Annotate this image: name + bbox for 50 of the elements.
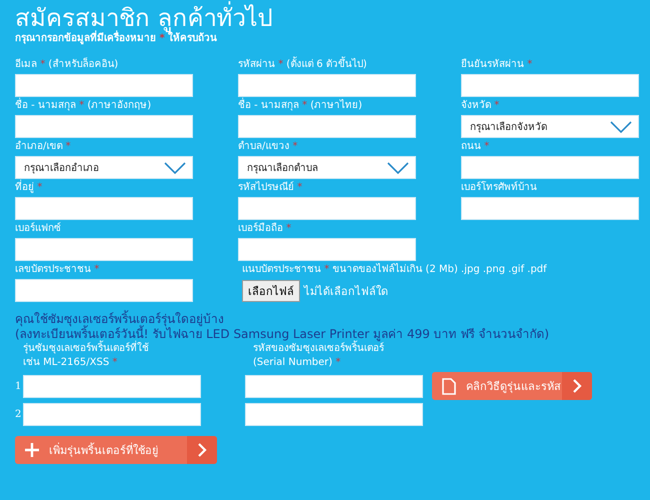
input-field[interactable] <box>238 197 416 220</box>
chevron-down-icon <box>610 120 632 132</box>
field-label: ชื่อ - นามสกุล * (ภาษาอังกฤษ) <box>15 98 193 113</box>
input-field[interactable] <box>238 238 416 261</box>
dropdown[interactable]: กรุณาเลือกจังหวัด <box>461 115 639 138</box>
column-label: รุ่นซัมซุงเลเซอร์พริ้นเตอร์ที่ใช้ เช่น ML-2165/XSS * <box>23 342 253 370</box>
dropdown[interactable]: กรุณาเลือกตำบล <box>238 156 416 179</box>
chevron-right-icon <box>572 379 582 393</box>
input-field[interactable] <box>461 74 639 97</box>
file-status-text: ไม่ได้เลือกไฟล์ใด <box>304 284 388 300</box>
choose-file-button[interactable]: เลือกไฟล์ <box>242 280 300 302</box>
document-icon <box>442 378 456 394</box>
field-label: ถนน * <box>461 140 490 154</box>
input-field[interactable] <box>15 238 193 261</box>
row-number: 2 <box>15 408 22 420</box>
field-label: รหัสไปรษณีย์ * <box>238 180 304 195</box>
input-field[interactable] <box>15 197 193 220</box>
field-label: อำเภอ/เขต * <box>15 140 72 154</box>
plus-icon <box>25 443 39 457</box>
input-field[interactable] <box>15 115 193 138</box>
input-field[interactable] <box>461 156 639 179</box>
field-label: จังหวัด * <box>461 99 500 113</box>
row-number: 1 <box>15 380 22 392</box>
field-label: ที่อยู่ * <box>15 180 193 195</box>
input-field[interactable] <box>461 197 639 220</box>
input-field[interactable] <box>23 374 201 398</box>
input-field[interactable] <box>15 74 193 97</box>
input-field[interactable] <box>15 279 193 302</box>
input-field[interactable] <box>238 74 416 97</box>
field-label: ตำบล/แขวง * <box>238 140 299 154</box>
chevron-down-icon <box>387 162 409 174</box>
field-label: แนบบัตรประชาชน * ขนาดของไฟล์ไม่เกิน (2 Mb) .jpg .png .gif .pdf <box>242 262 548 277</box>
field-label: ชื่อ - นามสกุล * (ภาษาไทย) <box>238 98 416 113</box>
field-label: อีเมล * (สำหรับล็อคอิน) <box>15 57 120 72</box>
field-label: รหัสผ่าน * (ตั้งแต่ 6 ตัวขึ้นไป) <box>238 57 416 72</box>
chevron-right-icon <box>197 443 207 457</box>
printer-heading: คุณใช้ซัมซุงเลเซอร์พริ้นเตอร์รุ่นใดอยู่บ้าง (ลงทะเบียนพริ้นเตอร์วันนี้! รับไฟฉาย LED Samsung Laser Printer มูลค่า 499 บาท ฟรี จำนวนจำกัด) <box>15 312 550 342</box>
field-label: เลขบัตรประชาชน * <box>15 263 100 277</box>
dropdown[interactable]: กรุณาเลือกอำเภอ <box>15 156 193 179</box>
input-field[interactable] <box>23 402 201 426</box>
input-field[interactable] <box>245 374 423 398</box>
field-label: เบอร์โทรศัพท์บ้าน <box>461 180 538 195</box>
input-field[interactable] <box>238 115 416 138</box>
input-field[interactable] <box>245 402 423 426</box>
instruction-text: กรุณากรอกข้อมูลที่มีเครื่องหมาย * ให้ครบถ้วน <box>15 32 638 46</box>
field-label: ยืนยันรหัสผ่าน * <box>461 58 534 72</box>
chevron-down-icon <box>164 162 186 174</box>
field-label: เบอร์แฟกซ์ <box>15 221 62 236</box>
column-label: รหัสของซัมซุงเลเซอร์พริ้นเตอร์ (Serial Number) * <box>253 342 453 370</box>
field-label: เบอร์มือถือ * <box>238 221 292 236</box>
